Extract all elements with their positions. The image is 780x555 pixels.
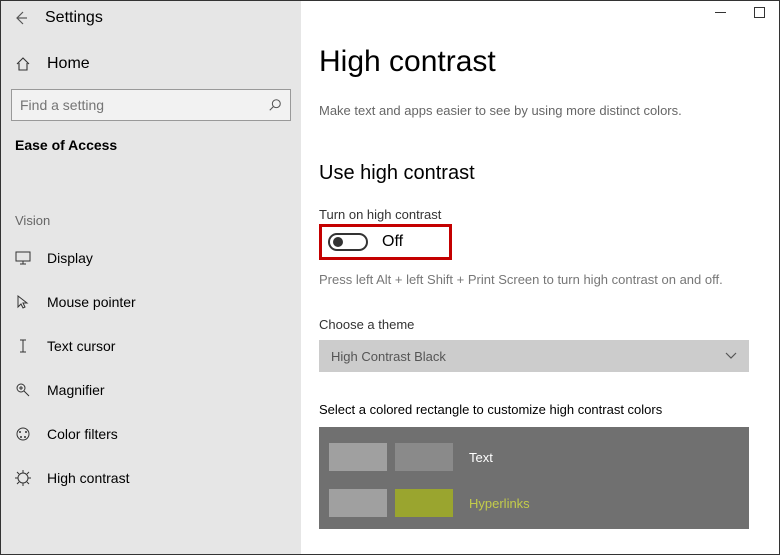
choose-theme-label: Choose a theme [319, 317, 779, 332]
chevron-down-icon [725, 352, 737, 360]
group-title: Ease of Access [1, 135, 301, 153]
sidebar-item-mouse-pointer[interactable]: Mouse pointer [1, 280, 301, 324]
hyperlink-fg-swatch[interactable] [329, 489, 387, 517]
swatch-label-hyperlinks: Hyperlinks [469, 496, 530, 511]
app-title: Settings [45, 9, 103, 27]
sidebar-item-label: Magnifier [47, 382, 105, 398]
home-nav[interactable]: Home [1, 35, 301, 89]
back-button[interactable] [13, 10, 29, 26]
sidebar-item-magnifier[interactable]: Magnifier [1, 368, 301, 412]
page-title: High contrast [319, 45, 779, 79]
text-fg-swatch[interactable] [329, 443, 387, 471]
text-bg-swatch[interactable] [395, 443, 453, 471]
page-subtitle: Make text and apps easier to see by usin… [319, 103, 779, 118]
sidebar-item-label: High contrast [47, 470, 129, 486]
sidebar-item-high-contrast[interactable]: High contrast [1, 456, 301, 500]
theme-selected-value: High Contrast Black [331, 349, 446, 364]
toggle-knob [333, 237, 343, 247]
maximize-button[interactable] [754, 7, 765, 18]
search-field[interactable] [20, 97, 268, 113]
sidebar: Settings Home Ease of Access Vision Disp… [1, 1, 301, 554]
sidebar-item-label: Text cursor [47, 338, 115, 354]
customize-label: Select a colored rectangle to customize … [319, 402, 779, 417]
magnifier-icon [15, 382, 33, 398]
sidebar-item-color-filters[interactable]: Color filters [1, 412, 301, 456]
swatch-label-text: Text [469, 450, 493, 465]
color-row-text: Text [329, 441, 739, 473]
toggle-state-label: Off [382, 233, 403, 251]
search-input[interactable] [11, 89, 291, 121]
hyperlink-bg-swatch[interactable] [395, 489, 453, 517]
search-icon [268, 98, 282, 112]
theme-dropdown[interactable]: High Contrast Black [319, 340, 749, 372]
cursor-icon [15, 294, 33, 310]
color-row-hyperlinks: Hyperlinks [329, 487, 739, 519]
high-contrast-toggle[interactable] [328, 233, 368, 251]
minimize-button[interactable] [715, 7, 726, 18]
sidebar-item-label: Display [47, 250, 93, 266]
sidebar-item-display[interactable]: Display [1, 236, 301, 280]
main-content: High contrast Make text and apps easier … [301, 1, 779, 554]
color-filters-icon [15, 426, 33, 442]
toggle-highlight: Off [319, 224, 452, 260]
shortcut-hint: Press left Alt + left Shift + Print Scre… [319, 272, 779, 287]
turn-on-label: Turn on high contrast [319, 207, 779, 222]
text-cursor-icon [15, 338, 33, 354]
sidebar-item-label: Mouse pointer [47, 294, 136, 310]
display-icon [15, 251, 33, 265]
sidebar-item-label: Color filters [47, 426, 118, 442]
section-label: Vision [1, 153, 301, 236]
color-customize-panel: Text Hyperlinks [319, 427, 749, 529]
home-icon [15, 56, 33, 72]
use-high-contrast-heading: Use high contrast [319, 162, 779, 185]
sidebar-item-text-cursor[interactable]: Text cursor [1, 324, 301, 368]
home-label: Home [47, 55, 90, 73]
high-contrast-icon [15, 470, 33, 486]
